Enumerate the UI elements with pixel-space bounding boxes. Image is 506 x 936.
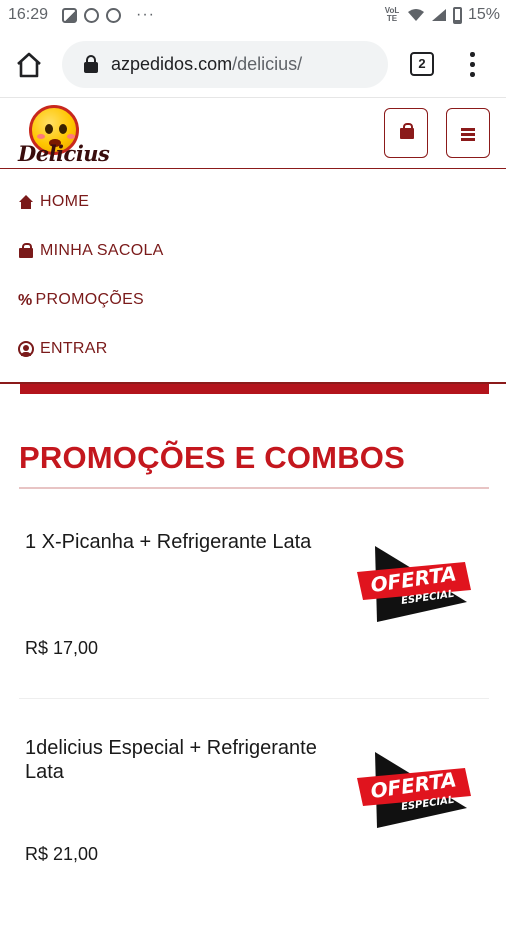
product-name: 1 X-Picanha + Refrigerante Lata — [25, 531, 312, 553]
nav-item-label: MINHA SACOLA — [40, 242, 164, 259]
offer-badge-icon: OFERTA ESPECIAL — [357, 546, 471, 622]
banner-image — [20, 384, 489, 394]
address-bar[interactable]: azpedidos.com/delicius/ — [62, 41, 388, 88]
lock-icon — [84, 55, 98, 73]
instagram-notification-icon — [84, 7, 99, 23]
logo-text: Delicius — [18, 141, 110, 166]
home-icon — [18, 194, 34, 210]
shopping-bag-icon — [18, 243, 34, 259]
nav-item-label: PROMOÇÕES — [35, 291, 145, 308]
user-circle-icon — [18, 341, 34, 357]
hamburger-icon — [461, 128, 475, 141]
battery-icon — [452, 6, 462, 24]
nav-item-minha-sacola[interactable]: MINHA SACOLA — [18, 236, 164, 266]
nav-item-home[interactable]: HOME — [18, 187, 89, 217]
product-card[interactable]: 1delicius Especial + Refrigerante Lata R… — [0, 736, 506, 936]
wifi-icon — [407, 8, 425, 22]
hamburger-menu-button[interactable] — [446, 108, 490, 158]
url-text[interactable]: azpedidos.com/delicius/ — [111, 54, 302, 75]
signal-icon — [431, 8, 447, 22]
shopping-bag-icon — [400, 123, 414, 139]
nav-dropdown: HOME MINHA SACOLA % PROMOÇÕES ENTRAR — [0, 170, 506, 384]
home-icon[interactable] — [14, 51, 44, 79]
product-name: 1delicius Especial + Refrigerante Lata — [25, 737, 317, 783]
card-divider — [19, 698, 489, 699]
cart-button[interactable] — [384, 108, 428, 158]
product-card[interactable]: 1 X-Picanha + Refrigerante Lata R$ 17,00… — [0, 530, 506, 730]
site-logo[interactable]: Delicius — [16, 103, 110, 167]
more-notifications-icon: ··· — [136, 6, 155, 23]
status-bar: 16:29 ··· VoLTE 15% — [0, 0, 506, 32]
volte-indicator: VoLTE — [384, 6, 400, 23]
nav-item-entrar[interactable]: ENTRAR — [18, 334, 108, 364]
product-price: R$ 17,00 — [25, 638, 99, 658]
battery-percent: 15% — [467, 6, 500, 23]
browser-menu-icon[interactable] — [462, 50, 482, 78]
site-header: Delicius — [0, 99, 506, 169]
nav-item-promocoes[interactable]: % PROMOÇÕES — [18, 285, 144, 315]
tab-switcher-button[interactable]: 2 — [410, 52, 434, 76]
nav-item-label: ENTRAR — [40, 340, 108, 357]
section-title: PROMOÇÕES E COMBOS — [19, 440, 405, 475]
whatsapp-notification-icon — [106, 7, 121, 23]
offer-badge-icon: OFERTA ESPECIAL — [357, 752, 471, 828]
status-time: 16:29 — [8, 6, 49, 23]
gallery-notification-icon — [62, 7, 77, 23]
product-price: R$ 21,00 — [25, 844, 99, 864]
nav-item-label: HOME — [40, 193, 90, 210]
percent-icon: % — [18, 292, 33, 309]
section-divider — [19, 487, 489, 489]
browser-toolbar: azpedidos.com/delicius/ 2 — [0, 32, 506, 98]
